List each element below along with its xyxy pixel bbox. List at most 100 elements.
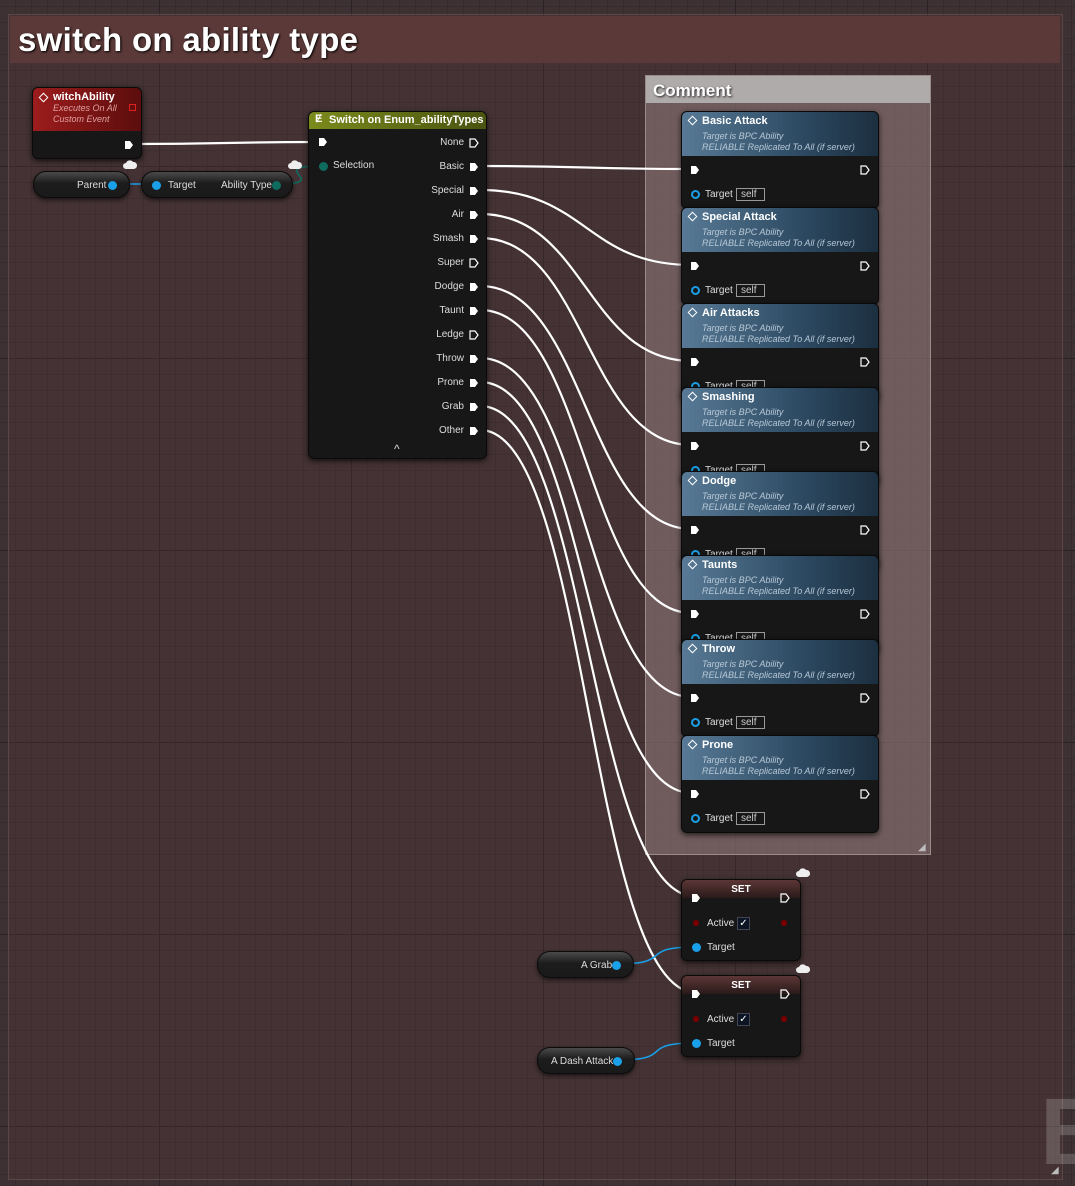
exec-output-pin-icon[interactable] xyxy=(469,162,479,172)
call-node-subtitle: Target is BPC Ability xyxy=(702,659,784,669)
exec-output-pin-icon[interactable] xyxy=(469,426,479,436)
event-call-node[interactable]: Prone Target is BPC Ability RELIABLE Repli… xyxy=(681,735,879,833)
object-input-pin-icon[interactable] xyxy=(691,286,700,295)
exec-output-pin-icon[interactable] xyxy=(469,186,479,196)
exec-output-pin-icon[interactable] xyxy=(124,140,134,150)
dash-attack-variable-node[interactable]: A Dash Attack xyxy=(537,1047,635,1074)
enum-input-pin-icon[interactable] xyxy=(319,162,328,171)
custom-event-node[interactable]: witchAbility Executes On All Custom Even… xyxy=(32,87,142,159)
set-variable-node[interactable]: SET Active ✓ Target xyxy=(681,975,801,1057)
set-variable-node[interactable]: SET Active ✓ Target xyxy=(681,879,801,961)
call-node-subtitle: RELIABLE Replicated To All (if server) xyxy=(702,334,855,344)
exec-output-pin-icon[interactable] xyxy=(860,609,870,619)
exec-input-pin-icon[interactable] xyxy=(691,989,701,999)
exec-output-pin-icon[interactable] xyxy=(780,989,790,999)
call-node-subtitle: RELIABLE Replicated To All (if server) xyxy=(702,502,855,512)
object-input-pin-icon[interactable] xyxy=(691,190,700,199)
set-target-label: Target xyxy=(707,1038,735,1049)
exec-output-pin-icon[interactable] xyxy=(469,378,479,388)
self-value-field[interactable]: self xyxy=(736,188,765,201)
exec-output-pin-icon[interactable] xyxy=(860,261,870,271)
exec-wire xyxy=(133,140,319,146)
exec-output-pin-icon[interactable] xyxy=(469,138,479,148)
object-input-pin-icon[interactable] xyxy=(691,718,700,727)
event-call-icon xyxy=(687,391,698,402)
exec-input-pin-icon[interactable] xyxy=(690,789,700,799)
exec-output-pin-icon[interactable] xyxy=(780,893,790,903)
exec-input-pin-icon[interactable] xyxy=(690,693,700,703)
exec-input-pin-icon[interactable] xyxy=(690,441,700,451)
exec-wire xyxy=(479,284,693,531)
ability-type-getter-node[interactable]: Target Ability Type xyxy=(141,171,293,198)
exec-output-pin-icon[interactable] xyxy=(469,210,479,220)
object-input-pin-icon[interactable] xyxy=(691,814,700,823)
bool-input-pin-icon[interactable] xyxy=(693,920,699,926)
exec-output-pin-icon[interactable] xyxy=(469,306,479,316)
exec-wire xyxy=(479,404,698,899)
exec-input-pin-icon[interactable] xyxy=(690,525,700,535)
switch-node-title: Switch on Enum_abilityTypes xyxy=(329,114,484,126)
blueprint-graph[interactable]: switch on ability type ◢ Comment ◢ B wit… xyxy=(0,0,1075,1186)
event-call-icon xyxy=(687,739,698,750)
exec-input-pin-icon[interactable] xyxy=(690,165,700,175)
active-checkbox[interactable]: ✓ xyxy=(737,1013,750,1026)
call-node-header: Special Attack Target is BPC Ability RELIA… xyxy=(682,208,878,252)
object-output-pin-icon[interactable] xyxy=(612,961,621,970)
exec-input-pin-icon[interactable] xyxy=(691,893,701,903)
call-node-subtitle: Target is BPC Ability xyxy=(702,323,784,333)
exec-output-pin-icon[interactable] xyxy=(860,525,870,535)
object-input-pin-icon[interactable] xyxy=(692,1039,701,1048)
exec-output-pin-icon[interactable] xyxy=(469,234,479,244)
call-node-subtitle: Target is BPC Ability xyxy=(702,407,784,417)
bool-output-pin-icon[interactable] xyxy=(781,920,787,926)
self-value-field[interactable]: self xyxy=(736,812,765,825)
call-node-title: Prone xyxy=(702,739,734,751)
call-node-header: Air Attacks Target is BPC Ability RELIABLE… xyxy=(682,304,878,348)
exec-input-pin-icon[interactable] xyxy=(690,357,700,367)
exec-output-pin-icon[interactable] xyxy=(860,693,870,703)
exec-output-pin-icon[interactable] xyxy=(469,402,479,412)
active-checkbox[interactable]: ✓ xyxy=(737,917,750,930)
exec-wire xyxy=(479,188,693,267)
switch-on-enum-node[interactable]: Ɇ Switch on Enum_abilityTypes Selection … xyxy=(308,111,487,459)
network-cloud-icon xyxy=(288,160,302,169)
grab-variable-node[interactable]: A Grab xyxy=(537,951,634,978)
call-node-subtitle: RELIABLE Replicated To All (if server) xyxy=(702,238,855,248)
bool-input-pin-icon[interactable] xyxy=(693,1016,699,1022)
event-call-node[interactable]: Throw Target is BPC Ability RELIABLE Repli… xyxy=(681,639,879,737)
exec-output-pin-icon[interactable] xyxy=(469,330,479,340)
collapse-arrow-icon[interactable]: ^ xyxy=(394,442,400,456)
exec-wire xyxy=(479,236,693,447)
call-node-header: Basic Attack Target is BPC Ability RELIABL… xyxy=(682,112,878,156)
exec-output-pin-icon[interactable] xyxy=(860,441,870,451)
event-node-subtitle: Custom Event xyxy=(53,114,110,124)
bool-label: Active xyxy=(707,1014,735,1025)
event-call-icon xyxy=(687,559,698,570)
exec-input-pin-icon[interactable] xyxy=(690,261,700,271)
exec-output-pin-icon[interactable] xyxy=(860,789,870,799)
object-input-pin-icon[interactable] xyxy=(692,943,701,952)
object-output-pin-icon[interactable] xyxy=(108,181,117,190)
delegate-pin-icon[interactable] xyxy=(129,104,136,111)
self-value-field[interactable]: self xyxy=(736,284,765,297)
enum-output-pin-icon[interactable] xyxy=(272,181,281,190)
switch-output-label: Special xyxy=(431,185,464,196)
exec-input-pin-icon[interactable] xyxy=(318,137,328,147)
bool-output-pin-icon[interactable] xyxy=(781,1016,787,1022)
call-node-title: Taunts xyxy=(702,559,738,571)
switch-node-header: Ɇ Switch on Enum_abilityTypes xyxy=(309,112,486,129)
exec-output-pin-icon[interactable] xyxy=(469,354,479,364)
exec-output-pin-icon[interactable] xyxy=(469,258,479,268)
exec-output-pin-icon[interactable] xyxy=(860,165,870,175)
exec-input-pin-icon[interactable] xyxy=(690,609,700,619)
self-value-field[interactable]: self xyxy=(736,716,765,729)
switch-output-label: Other xyxy=(438,425,464,436)
getter-output-label: Ability Type xyxy=(221,180,272,191)
event-call-node[interactable]: Special Attack Target is BPC Ability RELIA… xyxy=(681,207,879,305)
exec-output-pin-icon[interactable] xyxy=(860,357,870,367)
exec-output-pin-icon[interactable] xyxy=(469,282,479,292)
event-call-node[interactable]: Basic Attack Target is BPC Ability RELIABL… xyxy=(681,111,879,209)
parent-variable-node[interactable]: Parent xyxy=(33,171,130,198)
object-output-pin-icon[interactable] xyxy=(613,1057,622,1066)
object-input-pin-icon[interactable] xyxy=(152,181,161,190)
